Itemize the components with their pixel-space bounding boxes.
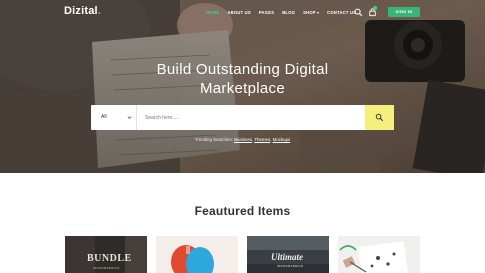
nav-item-home[interactable]: HOME <box>206 10 219 15</box>
cart-count-badge <box>373 6 377 10</box>
featured-card-heads[interactable] <box>156 236 238 273</box>
trending-link-themes[interactable]: Themes <box>254 137 270 142</box>
brand-logo[interactable]: Dizital. <box>64 5 101 17</box>
search-icon[interactable] <box>354 8 363 17</box>
nav-item-shop[interactable]: SHOP ▾ <box>303 10 319 15</box>
card-thumbnail-image <box>156 236 238 273</box>
hero-section: Dizital. HOME ABOUT US PAGES BLOG SHOP ▾… <box>0 0 485 173</box>
sign-in-button[interactable]: SIGN IN <box>388 7 420 17</box>
card-thumbnail-image <box>338 236 420 273</box>
category-select[interactable]: All <box>91 105 137 130</box>
trending-label: Trending Searches: <box>194 137 235 142</box>
trending-link-mockups[interactable]: Mockups <box>273 137 291 142</box>
card-title: BUNDLE <box>87 253 132 264</box>
hero-headline-line2: Marketplace <box>199 80 285 97</box>
hero-headline-line1: Build Outstanding Digital <box>156 61 329 78</box>
nav-item-blog[interactable]: BLOG <box>282 10 295 15</box>
card-subtitle: INFOGRAPHICS <box>277 264 304 268</box>
search-bar: All <box>91 105 456 130</box>
search-input[interactable] <box>138 105 456 130</box>
featured-card-ultimate[interactable]: Ultimate INFOGRAPHICS <box>247 236 329 273</box>
nav-item-contact-us[interactable]: CONTACT US <box>327 10 356 15</box>
search-icon <box>375 113 384 122</box>
card-subtitle: INFOGRAPHICS <box>93 266 120 270</box>
featured-card-bundle[interactable]: BUNDLE INFOGRAPHICS <box>65 236 147 273</box>
page: Dizital. HOME ABOUT US PAGES BLOG SHOP ▾… <box>0 0 485 273</box>
trending-searches: Trending Searches: Business, Themes, Moc… <box>194 137 291 142</box>
card-title: Ultimate <box>271 252 303 262</box>
chevron-down-icon <box>127 116 132 119</box>
category-select-value: All <box>101 114 107 120</box>
trending-link-business[interactable]: Business <box>234 137 252 142</box>
nav-item-pages[interactable]: PAGES <box>259 10 274 15</box>
featured-items-heading: Feautured Items <box>194 204 291 218</box>
hero-headline: Build Outstanding Digital Marketplace <box>0 60 485 98</box>
search-submit-button[interactable] <box>365 105 394 130</box>
main-nav: HOME ABOUT US PAGES BLOG SHOP ▾ CONTACT … <box>206 10 356 15</box>
featured-card-sketch[interactable] <box>338 236 420 273</box>
nav-item-about-us[interactable]: ABOUT US <box>227 10 250 15</box>
